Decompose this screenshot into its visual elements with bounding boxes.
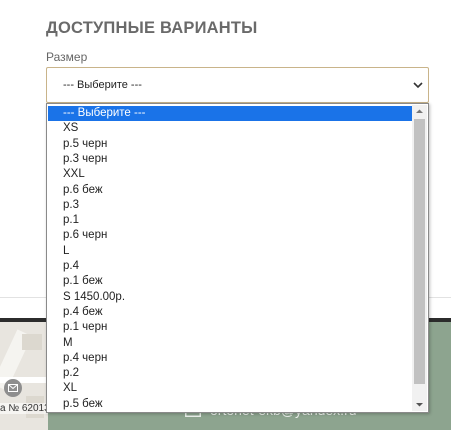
- envelope-icon[interactable]: [4, 379, 22, 397]
- dropdown-option[interactable]: р.3: [48, 198, 412, 213]
- map-widget[interactable]: а № 62013: [0, 322, 48, 430]
- dropdown-option[interactable]: р.1 беж: [48, 274, 412, 289]
- dropdown-option[interactable]: XXL: [48, 167, 412, 182]
- scroll-up-arrow-icon[interactable]: [412, 105, 427, 118]
- dropdown-option[interactable]: M: [48, 336, 412, 351]
- section-title: ДОСТУПНЫЕ ВАРИАНТЫ: [46, 19, 258, 37]
- dropdown-option[interactable]: р.1 черн: [48, 320, 412, 335]
- size-label: Размер: [46, 50, 88, 64]
- dropdown-option[interactable]: р.5 беж: [48, 397, 412, 412]
- dropdown-option[interactable]: р.3 черн: [48, 152, 412, 167]
- dropdown-option[interactable]: р.4 беж: [48, 305, 412, 320]
- map-block: [22, 334, 42, 350]
- dropdown-option[interactable]: XL: [48, 381, 412, 396]
- dropdown-option[interactable]: S 1450.00р.: [48, 290, 412, 305]
- chevron-down-icon: [413, 82, 423, 89]
- dropdown-option[interactable]: XS: [48, 121, 412, 136]
- dropdown-option[interactable]: р.4: [48, 259, 412, 274]
- dropdown-option[interactable]: --- Выберите ---: [48, 106, 412, 122]
- dropdown-option[interactable]: р.6 черн: [48, 228, 412, 243]
- dropdown-scrollbar[interactable]: [412, 105, 427, 411]
- dropdown-option[interactable]: р.4 черн: [48, 351, 412, 366]
- scroll-down-arrow-icon[interactable]: [412, 398, 427, 411]
- dropdown-option[interactable]: р.5 черн: [48, 137, 412, 152]
- scrollbar-thumb[interactable]: [414, 119, 425, 384]
- dropdown-option[interactable]: р.6 беж: [48, 183, 412, 198]
- map-address: а № 62013: [0, 403, 48, 414]
- dropdown-option[interactable]: L: [48, 244, 412, 259]
- dropdown-option[interactable]: р.2: [48, 366, 412, 381]
- size-select[interactable]: --- Выберите ---: [46, 67, 429, 103]
- size-dropdown-list[interactable]: р.5 беж XL р.2 р.4 черн Mр.1 черн р.4 беж S 14…: [46, 103, 429, 413]
- size-select-value: --- Выберите ---: [63, 79, 142, 91]
- dropdown-option[interactable]: р.1: [48, 213, 412, 228]
